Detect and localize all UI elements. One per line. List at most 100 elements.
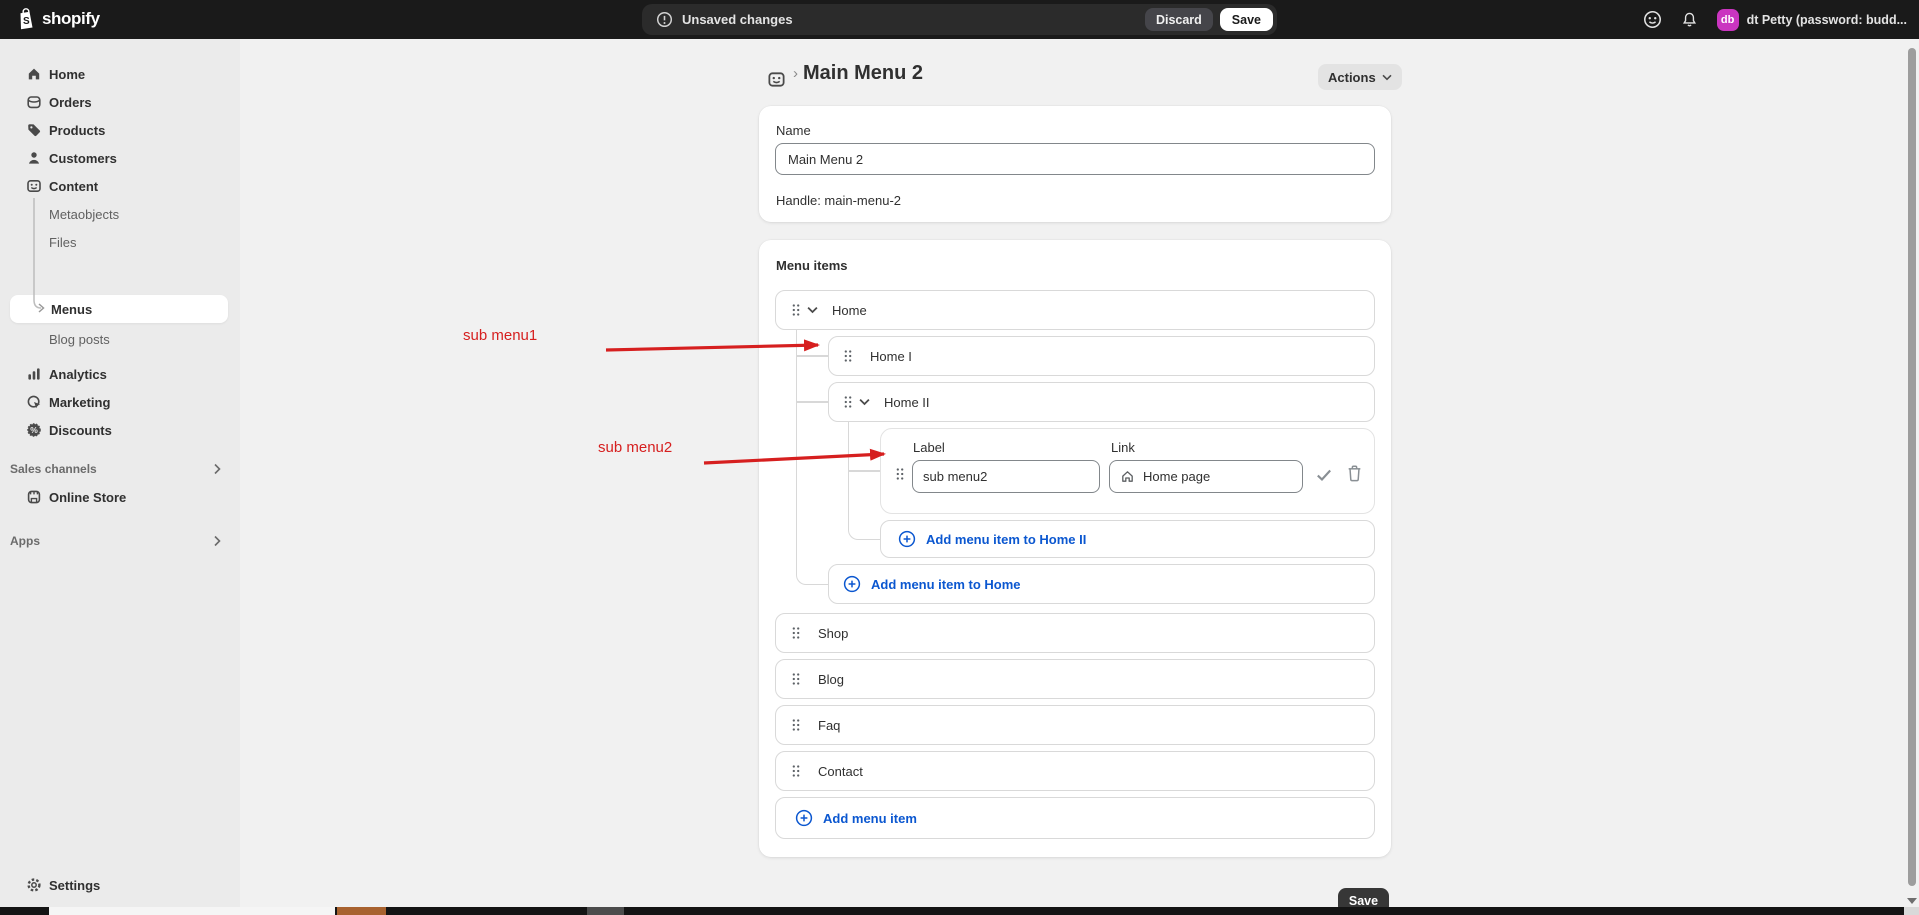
gear-icon xyxy=(26,877,42,893)
content-icon xyxy=(26,178,42,194)
shopify-wordmark: shopify xyxy=(42,9,100,29)
menu-name-input[interactable] xyxy=(775,143,1375,175)
confirm-check-icon[interactable] xyxy=(1315,467,1333,483)
breadcrumb-separator: › xyxy=(793,65,798,82)
menu-row-home1[interactable]: Home I xyxy=(828,336,1375,376)
orders-icon xyxy=(26,94,42,110)
sidebar-item-menus[interactable]: Menus xyxy=(10,295,228,323)
account-name: dt Petty (password: budd... xyxy=(1747,13,1907,27)
sidebar: Home Orders Products Customers Content M… xyxy=(0,39,240,907)
menu-row-home2[interactable]: Home II xyxy=(828,382,1375,422)
sidebar-item-settings[interactable]: Settings xyxy=(8,871,232,899)
store-preview-icon[interactable] xyxy=(1643,10,1662,29)
shopify-admin-screen: S shopify Unsaved changes Discard Save d… xyxy=(0,0,1919,915)
unsaved-changes-bar: Unsaved changes Discard Save xyxy=(642,4,1277,35)
collapse-toggle-icon[interactable] xyxy=(857,396,872,408)
tag-icon xyxy=(26,122,42,138)
menu-handle-text: Handle: main-menu-2 xyxy=(776,193,901,208)
link-heading: Link xyxy=(1111,440,1135,455)
annotation-sub-menu1: sub menu1 xyxy=(463,327,537,344)
sidebar-section-apps[interactable]: Apps xyxy=(10,529,230,553)
add-menu-item-home2-button[interactable]: Add menu item to Home II xyxy=(880,520,1375,558)
name-field-label: Name xyxy=(776,123,811,138)
person-icon xyxy=(26,150,42,166)
svg-text:%: % xyxy=(30,425,38,435)
add-menu-item-button[interactable]: Add menu item xyxy=(775,797,1375,839)
sidebar-item-metaobjects[interactable]: Metaobjects xyxy=(8,201,232,227)
label-heading: Label xyxy=(913,440,945,455)
tree-stub-home2 xyxy=(797,401,828,403)
drag-handle-icon[interactable] xyxy=(787,760,805,782)
drag-handle-icon[interactable] xyxy=(787,622,805,644)
avatar: db xyxy=(1717,9,1739,31)
menu-item-edit-panel: Label Link Home page xyxy=(880,428,1375,514)
sidebar-item-discounts[interactable]: % Discounts xyxy=(8,416,232,444)
circle-plus-icon xyxy=(795,809,813,827)
sidebar-item-products[interactable]: Products xyxy=(8,116,232,144)
notifications-bell-icon[interactable] xyxy=(1681,11,1698,29)
marketing-icon xyxy=(26,394,42,410)
scrollbar-down-arrow[interactable] xyxy=(1907,898,1917,904)
sidebar-item-home[interactable]: Home xyxy=(8,60,232,88)
chevron-down-icon xyxy=(1382,74,1392,81)
account-menu[interactable]: db dt Petty (password: budd... xyxy=(1717,9,1907,31)
collapse-toggle-icon[interactable] xyxy=(805,304,820,316)
scrollbar-thumb[interactable] xyxy=(1908,48,1916,886)
shopify-bag-icon: S xyxy=(16,7,37,31)
link-selector[interactable]: Home page xyxy=(1109,460,1303,493)
name-card: Name Handle: main-menu-2 xyxy=(759,106,1391,222)
menu-row-shop[interactable]: Shop xyxy=(775,613,1375,653)
drag-handle-icon[interactable] xyxy=(787,714,805,736)
save-button-top[interactable]: Save xyxy=(1220,8,1273,31)
taskbar-orange-segment xyxy=(337,907,386,915)
unsaved-changes-text: Unsaved changes xyxy=(682,12,793,27)
chevron-right-icon xyxy=(213,463,221,475)
menu-row-faq[interactable]: Faq xyxy=(775,705,1375,745)
taskbar-corner-segment xyxy=(1904,907,1919,915)
home-page-icon xyxy=(1120,469,1135,484)
sidebar-item-marketing[interactable]: Marketing xyxy=(8,388,232,416)
sidebar-item-online-store[interactable]: Online Store xyxy=(8,483,232,511)
drag-handle-icon[interactable] xyxy=(839,345,857,367)
tree-connector-home xyxy=(796,330,829,585)
actions-button[interactable]: Actions xyxy=(1318,64,1402,90)
menu-row-blog[interactable]: Blog xyxy=(775,659,1375,699)
shopify-logo[interactable]: S shopify xyxy=(16,7,100,31)
drag-handle-icon[interactable] xyxy=(787,668,805,690)
sidebar-section-sales-channels[interactable]: Sales channels xyxy=(10,457,230,481)
add-menu-item-home-button[interactable]: Add menu item to Home xyxy=(828,564,1375,604)
sidebar-item-blog-posts[interactable]: Blog posts xyxy=(8,326,232,352)
circle-plus-icon xyxy=(898,530,916,548)
sidebar-item-analytics[interactable]: Analytics xyxy=(8,360,232,388)
topbar-right: db dt Petty (password: budd... xyxy=(1643,0,1907,39)
circle-plus-icon xyxy=(843,575,861,593)
drag-handle-icon[interactable] xyxy=(891,463,909,485)
alert-circle-icon xyxy=(656,11,673,28)
tree-stub-home1 xyxy=(797,355,828,357)
breadcrumb-content-icon[interactable] xyxy=(767,70,786,89)
drag-handle-icon[interactable] xyxy=(787,299,805,321)
discount-badge-icon: % xyxy=(26,422,42,438)
delete-trash-icon[interactable] xyxy=(1347,465,1362,482)
drag-handle-icon[interactable] xyxy=(839,391,857,413)
discard-button[interactable]: Discard xyxy=(1145,8,1213,31)
menu-row-home[interactable]: Home xyxy=(775,290,1375,330)
menu-row-contact[interactable]: Contact xyxy=(775,751,1375,791)
menu-items-card: Menu items Home Home I Home II Label xyxy=(759,240,1391,857)
chevron-right-icon xyxy=(213,535,221,547)
home-icon xyxy=(26,66,42,82)
tree-stub-edit xyxy=(849,470,880,472)
label-input[interactable] xyxy=(912,460,1100,493)
topbar: S shopify Unsaved changes Discard Save d… xyxy=(0,0,1919,39)
taskbar-window-segment xyxy=(49,907,335,915)
analytics-icon xyxy=(26,366,42,382)
sidebar-item-customers[interactable]: Customers xyxy=(8,144,232,172)
sidebar-item-content[interactable]: Content xyxy=(8,172,232,200)
storefront-icon xyxy=(26,489,42,505)
page-title: Main Menu 2 xyxy=(803,62,923,85)
taskbar-gray-segment xyxy=(587,907,624,915)
annotation-sub-menu2: sub menu2 xyxy=(598,439,672,456)
tree-connector-home2 xyxy=(848,422,881,540)
sidebar-item-orders[interactable]: Orders xyxy=(8,88,232,116)
sidebar-item-files[interactable]: Files xyxy=(8,229,232,255)
